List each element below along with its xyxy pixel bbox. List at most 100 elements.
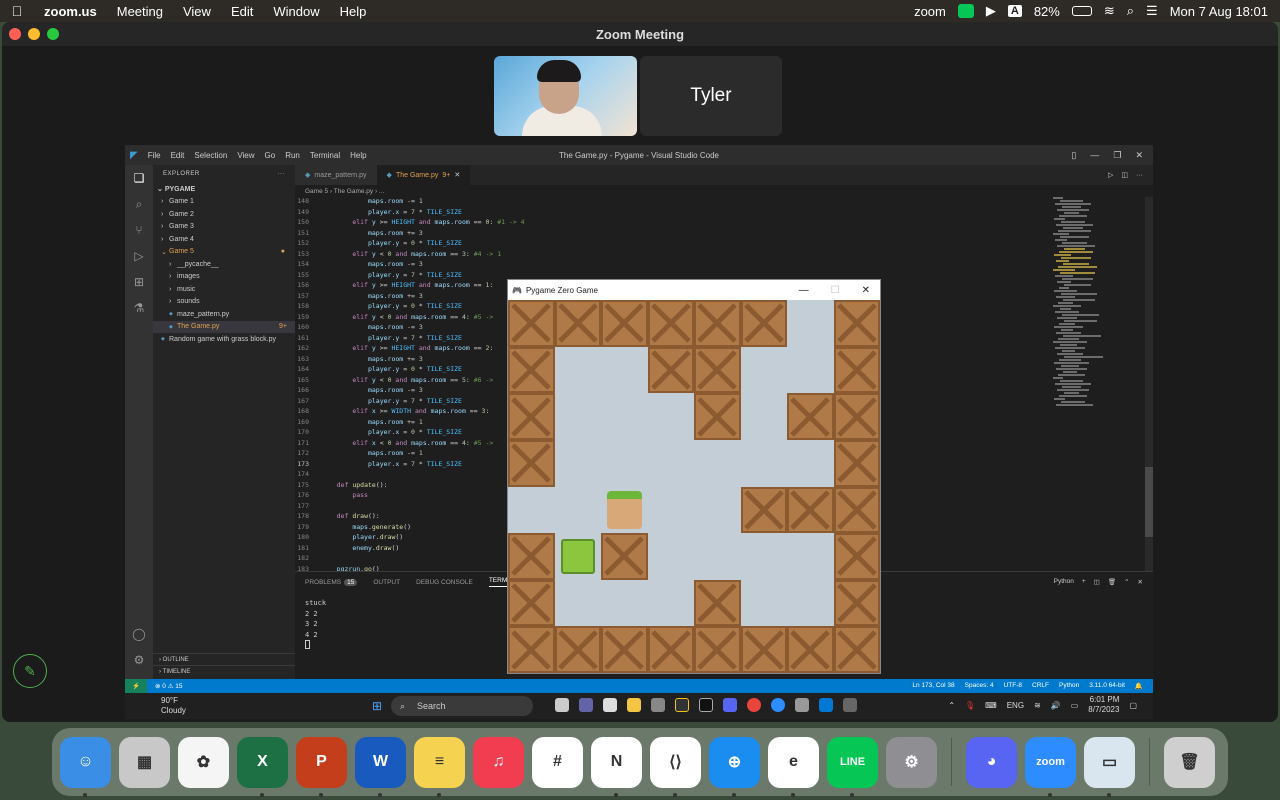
pygame-window-icon[interactable]	[843, 698, 857, 712]
menu-view[interactable]: View	[173, 4, 221, 19]
input-source-indicator[interactable]: A	[1007, 5, 1022, 17]
dock-edge-icon[interactable]: e	[768, 736, 819, 797]
status-encoding[interactable]: UTF-8	[1004, 682, 1022, 690]
dock-system-settings-icon[interactable]: ⚙	[886, 736, 937, 788]
tree-item[interactable]: ◆ The Game.py 9+	[153, 320, 295, 333]
spotlight-search-icon[interactable]: ⌕	[1127, 3, 1134, 19]
zoom-status-text[interactable]: zoom	[914, 4, 946, 19]
keyboard-icon[interactable]: ⌨	[985, 701, 997, 710]
status-interpreter[interactable]: 3.11.0 64-bit	[1089, 682, 1125, 690]
editor-scrollbar[interactable]	[1145, 197, 1153, 571]
file-explorer-icon[interactable]	[627, 698, 641, 712]
windows-start-icon[interactable]: ⊞	[372, 699, 382, 713]
dock-excel-icon[interactable]: X	[237, 736, 288, 797]
run-debug-icon[interactable]: ▷	[125, 243, 153, 269]
project-root[interactable]: ⌄ PYGAME	[153, 183, 295, 196]
vscode-menu-terminal[interactable]: Terminal	[305, 151, 345, 160]
dock-launchpad-icon[interactable]: ▦	[119, 736, 170, 788]
vscode-menu-file[interactable]: File	[143, 151, 166, 160]
minimize-icon[interactable]: —	[1090, 150, 1099, 161]
run-file-icon[interactable]: ▷	[1108, 171, 1113, 179]
vscode-menu-edit[interactable]: Edit	[166, 151, 190, 160]
layout-toggle-icon[interactable]: ▯	[1071, 150, 1076, 161]
panel-tab-problems[interactable]: PROBLEMS 15	[305, 578, 358, 586]
vscode-menu-run[interactable]: Run	[280, 151, 305, 160]
volume-icon[interactable]: 🔊	[1051, 701, 1061, 710]
menu-help[interactable]: Help	[330, 4, 377, 19]
teams-icon[interactable]	[579, 698, 593, 712]
tree-item[interactable]: ◆ Random game with grass block.py	[153, 333, 295, 346]
more-actions-icon[interactable]: ···	[278, 171, 286, 177]
dock-powerpoint-icon[interactable]: P	[296, 736, 347, 797]
split-editor-icon[interactable]: ◫	[1121, 171, 1128, 179]
discord-icon[interactable]	[723, 698, 737, 712]
vscode-icon[interactable]	[819, 698, 833, 712]
tab-close-icon[interactable]: ✕	[454, 171, 460, 179]
participant-tyler-tile[interactable]: Tyler	[640, 56, 782, 136]
code-line[interactable]: 152 player.y = 0 * TILE_SIZE	[295, 239, 1085, 250]
dock-zoom-icon[interactable]: zoom	[1025, 736, 1076, 797]
menu-app-name[interactable]: zoom.us	[34, 4, 107, 19]
close-icon[interactable]: ✕	[862, 285, 870, 296]
task-view-icon[interactable]	[555, 698, 569, 712]
dock-vscode-icon[interactable]: ⟨⟩	[650, 736, 701, 797]
source-control-icon[interactable]: ⑂	[125, 217, 153, 243]
chrome-icon[interactable]	[747, 698, 761, 712]
notifications-bell-icon[interactable]: 🔔	[1135, 682, 1143, 690]
vscode-menu-go[interactable]: Go	[260, 151, 281, 160]
app-icon[interactable]	[795, 698, 809, 712]
menu-meeting[interactable]: Meeting	[107, 4, 173, 19]
trash-icon[interactable]: 🗑	[1108, 578, 1116, 586]
windows-clock[interactable]: 6:01 PM 8/7/2023	[1088, 695, 1119, 715]
terminal-kind[interactable]: Python	[1054, 578, 1074, 586]
code-line[interactable]: 153 elif y < 0 and maps.room == 3: #4 ->…	[295, 250, 1085, 261]
status-cursor-position[interactable]: Ln 173, Col 38	[912, 682, 954, 690]
game-board[interactable]	[508, 300, 880, 673]
restore-icon[interactable]: ❐	[1113, 150, 1121, 161]
code-line[interactable]: 151 maps.room += 3	[295, 229, 1085, 240]
dock-music-icon[interactable]: ♫	[473, 736, 524, 788]
panel-tab-output[interactable]: OUTPUT	[373, 579, 400, 586]
scrollbar-thumb[interactable]	[1145, 467, 1153, 537]
tree-item[interactable]: › images	[153, 271, 295, 284]
timeline-section[interactable]: › TIMELINE	[153, 665, 295, 677]
code-line[interactable]: 154 maps.room -= 3	[295, 260, 1085, 271]
dock-photos-icon[interactable]: ✿	[178, 736, 229, 788]
store-icon[interactable]	[651, 698, 665, 712]
status-problems[interactable]: ⊗ 0 ⚠ 15	[147, 682, 183, 690]
search-icon[interactable]: ⌕	[125, 191, 153, 217]
menu-edit[interactable]: Edit	[221, 4, 263, 19]
panel-tab-debug-console[interactable]: DEBUG CONSOLE	[416, 579, 473, 586]
more-actions-icon[interactable]: ···	[1136, 172, 1143, 179]
app-icon[interactable]	[675, 698, 689, 712]
menubar-clock[interactable]: Mon 7 Aug 18:01	[1170, 4, 1268, 19]
split-terminal-icon[interactable]: ◫	[1094, 578, 1100, 586]
microphone-icon[interactable]: 🎙	[965, 701, 975, 710]
menu-window[interactable]: Window	[263, 4, 329, 19]
dock-notes-icon[interactable]: ≡	[414, 736, 465, 797]
battery-icon[interactable]	[1071, 6, 1092, 16]
maximize-icon[interactable]: ☐	[831, 285, 840, 296]
new-terminal-icon[interactable]: +	[1082, 578, 1086, 586]
tree-item[interactable]: › Game 4	[153, 233, 295, 246]
app-icon[interactable]	[699, 698, 713, 712]
breadcrumb[interactable]: Game 5 › The Game.py › ...	[295, 185, 1153, 197]
dock-word-icon[interactable]: W	[355, 736, 406, 797]
minimap[interactable]	[1053, 197, 1123, 417]
dock-slack-icon[interactable]: #	[532, 736, 583, 788]
vscode-menu-help[interactable]: Help	[345, 151, 371, 160]
vscode-menu-view[interactable]: View	[232, 151, 259, 160]
dock-notion-icon[interactable]: N	[591, 736, 642, 797]
tree-item[interactable]: › Game 3	[153, 221, 295, 234]
language-indicator[interactable]: ENG	[1007, 701, 1024, 710]
code-line[interactable]: 149 player.x = 7 * TILE_SIZE	[295, 208, 1085, 219]
wifi-icon[interactable]: ≋	[1104, 3, 1115, 19]
line-status-icon[interactable]	[957, 4, 974, 18]
windows-search-box[interactable]: ⌕ Search	[391, 696, 533, 716]
tab-maze-pattern[interactable]: ◆ maze_pattern.py	[295, 165, 377, 185]
tab-the-game[interactable]: ◆ The Game.py 9+ ✕	[376, 165, 471, 185]
dock-trash-icon[interactable]: 🗑	[1164, 736, 1215, 788]
explorer-icon[interactable]: ❏	[125, 165, 153, 191]
tree-item[interactable]: › music	[153, 283, 295, 296]
close-panel-icon[interactable]: ✕	[1138, 578, 1143, 586]
